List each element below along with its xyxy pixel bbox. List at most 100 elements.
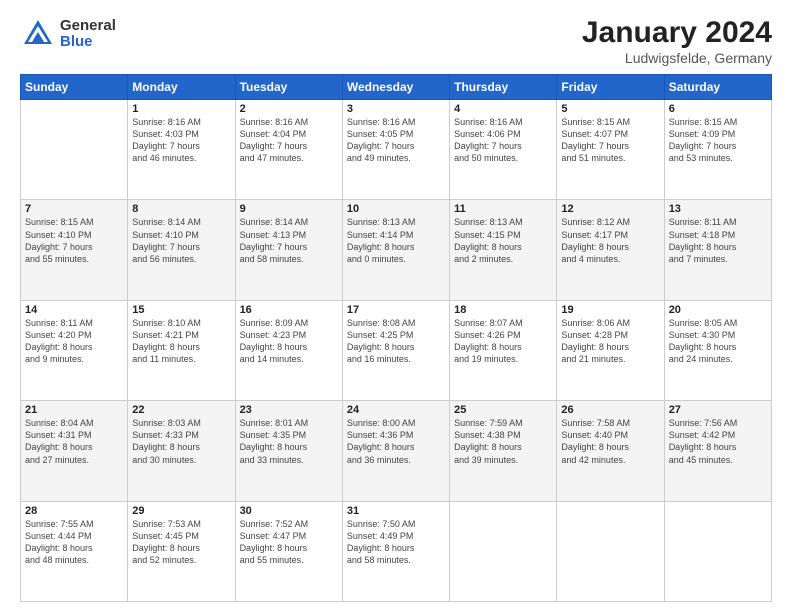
table-row: 3Sunrise: 8:16 AM Sunset: 4:05 PM Daylig… <box>342 100 449 200</box>
day-number: 15 <box>132 304 230 316</box>
header: General Blue January 2024 Ludwigsfelde, … <box>20 16 772 66</box>
day-info: Sunrise: 7:56 AM Sunset: 4:42 PM Dayligh… <box>669 417 767 466</box>
table-row: 27Sunrise: 7:56 AM Sunset: 4:42 PM Dayli… <box>664 401 771 501</box>
day-info: Sunrise: 8:05 AM Sunset: 4:30 PM Dayligh… <box>669 317 767 366</box>
table-row: 7Sunrise: 8:15 AM Sunset: 4:10 PM Daylig… <box>21 200 128 300</box>
day-info: Sunrise: 8:16 AM Sunset: 4:03 PM Dayligh… <box>132 116 230 165</box>
table-row: 19Sunrise: 8:06 AM Sunset: 4:28 PM Dayli… <box>557 300 664 400</box>
day-number: 7 <box>25 203 123 215</box>
col-saturday: Saturday <box>664 75 771 100</box>
day-number: 23 <box>240 404 338 416</box>
day-number: 4 <box>454 103 552 115</box>
day-number: 26 <box>561 404 659 416</box>
day-info: Sunrise: 8:15 AM Sunset: 4:07 PM Dayligh… <box>561 116 659 165</box>
table-row: 16Sunrise: 8:09 AM Sunset: 4:23 PM Dayli… <box>235 300 342 400</box>
table-row: 23Sunrise: 8:01 AM Sunset: 4:35 PM Dayli… <box>235 401 342 501</box>
table-row: 4Sunrise: 8:16 AM Sunset: 4:06 PM Daylig… <box>450 100 557 200</box>
day-number: 11 <box>454 203 552 215</box>
table-row: 1Sunrise: 8:16 AM Sunset: 4:03 PM Daylig… <box>128 100 235 200</box>
day-number: 8 <box>132 203 230 215</box>
day-number: 24 <box>347 404 445 416</box>
day-number: 20 <box>669 304 767 316</box>
col-friday: Friday <box>557 75 664 100</box>
calendar-week-row: 21Sunrise: 8:04 AM Sunset: 4:31 PM Dayli… <box>21 401 772 501</box>
table-row: 28Sunrise: 7:55 AM Sunset: 4:44 PM Dayli… <box>21 501 128 601</box>
logo: General Blue <box>20 16 116 52</box>
day-number: 9 <box>240 203 338 215</box>
day-info: Sunrise: 8:12 AM Sunset: 4:17 PM Dayligh… <box>561 216 659 265</box>
table-row: 5Sunrise: 8:15 AM Sunset: 4:07 PM Daylig… <box>557 100 664 200</box>
table-row <box>557 501 664 601</box>
day-info: Sunrise: 8:00 AM Sunset: 4:36 PM Dayligh… <box>347 417 445 466</box>
day-number: 6 <box>669 103 767 115</box>
day-info: Sunrise: 7:55 AM Sunset: 4:44 PM Dayligh… <box>25 518 123 567</box>
table-row: 18Sunrise: 8:07 AM Sunset: 4:26 PM Dayli… <box>450 300 557 400</box>
day-info: Sunrise: 8:14 AM Sunset: 4:13 PM Dayligh… <box>240 216 338 265</box>
day-info: Sunrise: 8:11 AM Sunset: 4:20 PM Dayligh… <box>25 317 123 366</box>
calendar-table: Sunday Monday Tuesday Wednesday Thursday… <box>20 74 772 602</box>
day-info: Sunrise: 8:01 AM Sunset: 4:35 PM Dayligh… <box>240 417 338 466</box>
calendar-header-row: Sunday Monday Tuesday Wednesday Thursday… <box>21 75 772 100</box>
day-number: 17 <box>347 304 445 316</box>
table-row: 11Sunrise: 8:13 AM Sunset: 4:15 PM Dayli… <box>450 200 557 300</box>
day-number: 12 <box>561 203 659 215</box>
title-location: Ludwigsfelde, Germany <box>582 50 772 66</box>
calendar-week-row: 1Sunrise: 8:16 AM Sunset: 4:03 PM Daylig… <box>21 100 772 200</box>
day-info: Sunrise: 8:11 AM Sunset: 4:18 PM Dayligh… <box>669 216 767 265</box>
day-info: Sunrise: 8:10 AM Sunset: 4:21 PM Dayligh… <box>132 317 230 366</box>
calendar-week-row: 28Sunrise: 7:55 AM Sunset: 4:44 PM Dayli… <box>21 501 772 601</box>
calendar-week-row: 7Sunrise: 8:15 AM Sunset: 4:10 PM Daylig… <box>21 200 772 300</box>
day-info: Sunrise: 7:52 AM Sunset: 4:47 PM Dayligh… <box>240 518 338 567</box>
table-row: 31Sunrise: 7:50 AM Sunset: 4:49 PM Dayli… <box>342 501 449 601</box>
day-info: Sunrise: 8:09 AM Sunset: 4:23 PM Dayligh… <box>240 317 338 366</box>
day-info: Sunrise: 8:16 AM Sunset: 4:04 PM Dayligh… <box>240 116 338 165</box>
logo-general-text: General <box>60 18 116 35</box>
day-number: 5 <box>561 103 659 115</box>
table-row <box>664 501 771 601</box>
table-row: 26Sunrise: 7:58 AM Sunset: 4:40 PM Dayli… <box>557 401 664 501</box>
day-info: Sunrise: 8:08 AM Sunset: 4:25 PM Dayligh… <box>347 317 445 366</box>
table-row: 13Sunrise: 8:11 AM Sunset: 4:18 PM Dayli… <box>664 200 771 300</box>
day-number: 22 <box>132 404 230 416</box>
table-row: 17Sunrise: 8:08 AM Sunset: 4:25 PM Dayli… <box>342 300 449 400</box>
day-info: Sunrise: 8:15 AM Sunset: 4:10 PM Dayligh… <box>25 216 123 265</box>
day-info: Sunrise: 7:50 AM Sunset: 4:49 PM Dayligh… <box>347 518 445 567</box>
col-monday: Monday <box>128 75 235 100</box>
col-sunday: Sunday <box>21 75 128 100</box>
day-info: Sunrise: 8:03 AM Sunset: 4:33 PM Dayligh… <box>132 417 230 466</box>
logo-blue-text: Blue <box>60 34 116 51</box>
table-row: 6Sunrise: 8:15 AM Sunset: 4:09 PM Daylig… <box>664 100 771 200</box>
table-row <box>21 100 128 200</box>
day-number: 29 <box>132 505 230 517</box>
col-thursday: Thursday <box>450 75 557 100</box>
day-info: Sunrise: 8:16 AM Sunset: 4:06 PM Dayligh… <box>454 116 552 165</box>
day-number: 14 <box>25 304 123 316</box>
day-number: 3 <box>347 103 445 115</box>
day-number: 28 <box>25 505 123 517</box>
table-row: 12Sunrise: 8:12 AM Sunset: 4:17 PM Dayli… <box>557 200 664 300</box>
table-row: 29Sunrise: 7:53 AM Sunset: 4:45 PM Dayli… <box>128 501 235 601</box>
table-row: 10Sunrise: 8:13 AM Sunset: 4:14 PM Dayli… <box>342 200 449 300</box>
page: General Blue January 2024 Ludwigsfelde, … <box>0 0 792 612</box>
day-info: Sunrise: 8:06 AM Sunset: 4:28 PM Dayligh… <box>561 317 659 366</box>
day-number: 13 <box>669 203 767 215</box>
logo-text: General Blue <box>60 18 116 51</box>
table-row: 2Sunrise: 8:16 AM Sunset: 4:04 PM Daylig… <box>235 100 342 200</box>
table-row <box>450 501 557 601</box>
day-info: Sunrise: 7:58 AM Sunset: 4:40 PM Dayligh… <box>561 417 659 466</box>
day-number: 25 <box>454 404 552 416</box>
calendar-week-row: 14Sunrise: 8:11 AM Sunset: 4:20 PM Dayli… <box>21 300 772 400</box>
table-row: 22Sunrise: 8:03 AM Sunset: 4:33 PM Dayli… <box>128 401 235 501</box>
day-number: 27 <box>669 404 767 416</box>
day-info: Sunrise: 8:16 AM Sunset: 4:05 PM Dayligh… <box>347 116 445 165</box>
table-row: 21Sunrise: 8:04 AM Sunset: 4:31 PM Dayli… <box>21 401 128 501</box>
col-tuesday: Tuesday <box>235 75 342 100</box>
logo-icon <box>20 16 56 52</box>
day-number: 1 <box>132 103 230 115</box>
day-info: Sunrise: 7:59 AM Sunset: 4:38 PM Dayligh… <box>454 417 552 466</box>
table-row: 30Sunrise: 7:52 AM Sunset: 4:47 PM Dayli… <box>235 501 342 601</box>
title-block: January 2024 Ludwigsfelde, Germany <box>582 16 772 66</box>
table-row: 9Sunrise: 8:14 AM Sunset: 4:13 PM Daylig… <box>235 200 342 300</box>
day-info: Sunrise: 8:13 AM Sunset: 4:15 PM Dayligh… <box>454 216 552 265</box>
table-row: 20Sunrise: 8:05 AM Sunset: 4:30 PM Dayli… <box>664 300 771 400</box>
